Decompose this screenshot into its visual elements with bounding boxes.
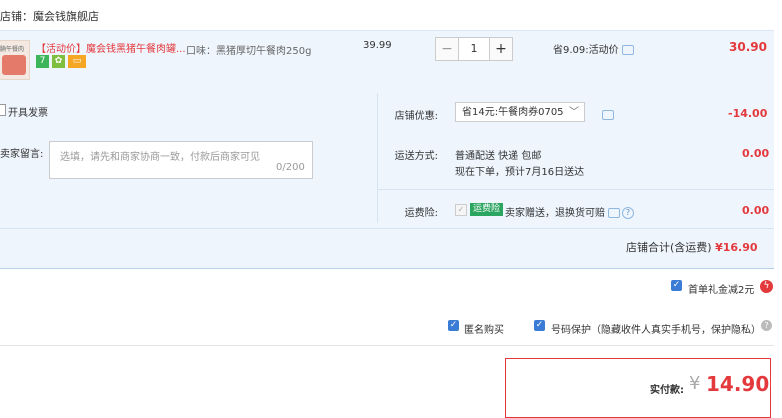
invoice-checkbox[interactable] [0, 104, 6, 116]
unit-price: 39.99 [363, 40, 392, 51]
product-title-link[interactable]: 【活动价】魔会钱黑猪午餐肉罐... [36, 40, 186, 55]
shipping-eta: 现在下单，预计7月16日送达 [455, 167, 585, 178]
insurance-tag: 运费险 [470, 203, 504, 216]
shop-name-line: 店铺：魔会钱旗舰店 [0, 8, 99, 24]
panel-divider-total [0, 228, 774, 229]
product-thumbnail[interactable]: 腩午餐肉 [0, 40, 30, 80]
pay-amount: 14.90 [706, 372, 770, 396]
anonymous-label: 匿名购买 [464, 325, 504, 336]
service-badges: 7 ✿ ▭ [36, 55, 89, 68]
guarantee-badge-icon[interactable]: ✿ [52, 55, 65, 68]
section-divider [0, 345, 774, 346]
chevron-down-icon: ﹀ [569, 107, 579, 118]
lightning-icon: ϟ [760, 280, 773, 293]
coupon-select[interactable]: 省14元:午餐肉券0705 ﹀ [455, 102, 585, 122]
number-protect-checkbox[interactable]: ✓ [534, 320, 545, 331]
saving-text: 省9.09:活动价 [553, 45, 619, 56]
pay-label: 实付款: [650, 385, 684, 396]
number-protect-label: 号码保护（隐藏收件人真实手机号，保护隐私） [551, 325, 761, 336]
insurance-text: 卖家赠送，退换货可赔 [505, 208, 605, 219]
insurance-fee: 0.00 [742, 204, 770, 217]
quantity-input[interactable]: 1 [459, 38, 489, 60]
anonymous-checkbox[interactable]: ✓ [448, 320, 459, 331]
shop-label: 店铺： [0, 10, 33, 23]
gift-label: 首单礼金减2元 [688, 285, 755, 296]
saving-info: 省9.09:活动价 [553, 41, 634, 56]
shipping-label: 运送方式: [394, 151, 438, 162]
insurance-label: 运费险: [404, 208, 438, 219]
increase-quantity-button[interactable]: + [489, 38, 512, 60]
shop-total-value: ¥16.90 [715, 241, 758, 254]
seller-message-counter: 0/200 [276, 162, 305, 173]
shipping-fee: 0.00 [742, 147, 770, 160]
chat-icon[interactable] [608, 208, 620, 218]
shop-total-label: 店铺合计(含运费) [626, 241, 712, 254]
gift-checkbox[interactable]: ✓ [671, 280, 682, 291]
seller-message-label: 卖家留言: [0, 149, 44, 160]
invoice-label: 开具发票 [8, 108, 48, 119]
chat-icon[interactable] [621, 45, 634, 55]
shop-name-link[interactable]: 魔会钱旗舰店 [33, 10, 99, 23]
product-image-label: 腩午餐肉 [0, 46, 25, 53]
product-spec: 口味：黑猪厚切午餐肉250g [186, 46, 312, 57]
shop-discount-value: -14.00 [728, 107, 768, 120]
seven-day-return-badge-icon[interactable]: 7 [36, 55, 49, 68]
item-subtotal: 30.90 [729, 40, 767, 54]
help-icon[interactable]: ? [622, 207, 634, 219]
panel-divider-insurance [377, 189, 774, 190]
shop-discount-label: 店铺优惠: [394, 111, 438, 122]
pay-currency: ¥ [689, 373, 701, 394]
seller-message-placeholder: 选填，请先和商家协商一致，付款后商家可见 [60, 152, 260, 163]
help-icon[interactable]: ? [761, 320, 772, 331]
product-image-meat [2, 55, 26, 75]
chat-icon [602, 110, 614, 120]
decrease-quantity-button[interactable]: − [436, 38, 459, 60]
insurance-checkbox: ✓ [455, 204, 467, 216]
coupon-chat-icon[interactable] [599, 108, 614, 121]
credit-card-badge-icon[interactable]: ▭ [68, 55, 86, 68]
shipping-method: 普通配送 快递 包邮 [455, 151, 542, 162]
shop-total: 店铺合计(含运费) ¥16.90 [626, 239, 758, 255]
quantity-stepper: − 1 + [435, 37, 513, 61]
insurance-info: 卖家赠送，退换货可赔? [505, 204, 634, 219]
coupon-selected-value: 省14元:午餐肉券0705 [462, 107, 564, 118]
